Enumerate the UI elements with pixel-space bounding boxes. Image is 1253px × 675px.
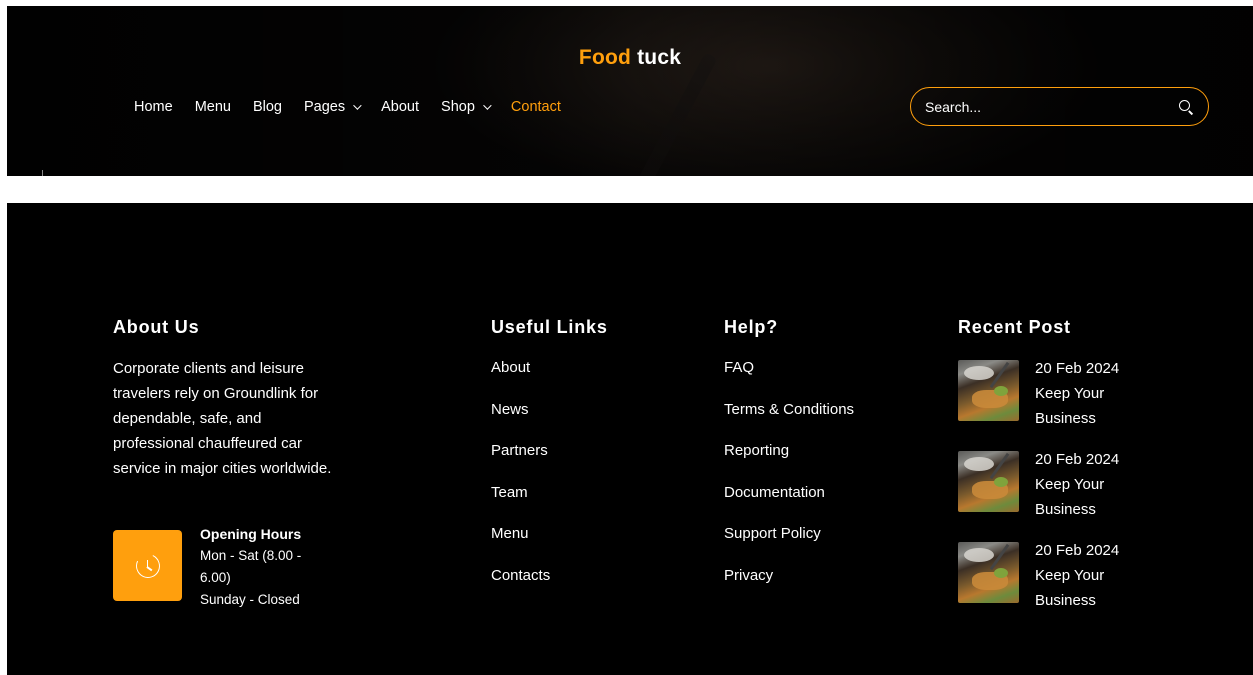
- footer-link-news[interactable]: News: [491, 400, 550, 442]
- help-heading: Help?: [724, 317, 779, 337]
- search-box: [910, 87, 1209, 126]
- opening-hours: Opening Hours Mon - Sat (8.00 - 6.00) Su…: [200, 523, 330, 611]
- footer-link-documentation[interactable]: Documentation: [724, 483, 854, 525]
- post-thumbnail: [958, 451, 1019, 512]
- nav-item-contact[interactable]: Contact: [511, 97, 561, 117]
- search-icon[interactable]: [1178, 99, 1194, 115]
- recent-post-heading: Recent Post: [958, 317, 1071, 337]
- nav-item-shop[interactable]: Shop: [441, 97, 492, 117]
- nav-item-label: Blog: [252, 99, 282, 115]
- opening-hours-badge: [113, 530, 182, 601]
- divider: [42, 170, 43, 176]
- nav-item-about[interactable]: About: [381, 97, 419, 117]
- help-links-list: FAQ Terms & Conditions Reporting Documen…: [724, 358, 854, 607]
- post-date: 20 Feb 2024: [1035, 360, 1120, 377]
- footer-link-partners[interactable]: Partners: [491, 441, 550, 483]
- post-date: 20 Feb 2024: [1035, 542, 1120, 559]
- recent-post-item[interactable]: 20 Feb 2024 Keep Your Business: [958, 447, 1198, 527]
- logo-part-tuck: tuck: [637, 46, 682, 69]
- site-footer: About Us Corporate clients and leisure t…: [7, 203, 1253, 675]
- site-logo[interactable]: Food tuck: [7, 46, 1253, 70]
- post-title: Keep Your Business: [1035, 567, 1105, 609]
- nav-item-label: Pages: [304, 99, 346, 115]
- site-header: Food tuck Home Menu Blog Pages About Sho…: [7, 6, 1253, 176]
- nav-item-label: Home: [134, 99, 173, 115]
- nav-item-label: Shop: [441, 99, 475, 115]
- useful-links-heading: Useful Links: [491, 317, 608, 337]
- chevron-down-icon: [353, 101, 362, 110]
- opening-hours-title: Opening Hours: [200, 526, 302, 542]
- nav-item-pages[interactable]: Pages: [304, 97, 362, 117]
- footer-link-menu[interactable]: Menu: [491, 524, 550, 566]
- about-us-text: Corporate clients and leisure travelers …: [113, 360, 332, 477]
- main-nav: Home Menu Blog Pages About Shop Contact: [134, 97, 583, 117]
- footer-link-about[interactable]: About: [491, 358, 550, 400]
- post-thumbnail: [958, 542, 1019, 603]
- opening-hours-sunday: Sunday - Closed: [200, 592, 300, 607]
- post-thumbnail: [958, 360, 1019, 421]
- nav-item-label: About: [381, 99, 420, 115]
- clock-icon: [132, 550, 163, 581]
- nav-item-blog[interactable]: Blog: [253, 97, 282, 117]
- nav-item-label: Menu: [194, 99, 231, 115]
- nav-item-menu[interactable]: Menu: [195, 97, 231, 117]
- opening-hours-weekdays: Mon - Sat (8.00 - 6.00): [200, 548, 302, 585]
- post-date: 20 Feb 2024: [1035, 451, 1120, 468]
- nav-item-label: Contact: [510, 99, 561, 115]
- about-us-heading: About Us: [113, 317, 200, 337]
- post-title: Keep Your Business: [1035, 385, 1105, 427]
- footer-link-faq[interactable]: FAQ: [724, 358, 854, 400]
- recent-post-item[interactable]: 20 Feb 2024 Keep Your Business: [958, 356, 1198, 436]
- footer-link-team[interactable]: Team: [491, 483, 550, 525]
- nav-item-home[interactable]: Home: [134, 97, 173, 117]
- footer-link-privacy[interactable]: Privacy: [724, 566, 854, 608]
- chevron-down-icon: [483, 101, 492, 110]
- footer-link-contacts[interactable]: Contacts: [491, 566, 550, 608]
- search-input[interactable]: [925, 98, 1178, 115]
- useful-links-list: About News Partners Team Menu Contacts: [491, 358, 550, 607]
- logo-part-food: Food: [578, 46, 632, 69]
- post-title: Keep Your Business: [1035, 476, 1105, 518]
- footer-link-reporting[interactable]: Reporting: [724, 441, 854, 483]
- footer-link-support-policy[interactable]: Support Policy: [724, 524, 854, 566]
- footer-link-terms[interactable]: Terms & Conditions: [724, 400, 854, 442]
- recent-post-item[interactable]: 20 Feb 2024 Keep Your Business: [958, 538, 1198, 618]
